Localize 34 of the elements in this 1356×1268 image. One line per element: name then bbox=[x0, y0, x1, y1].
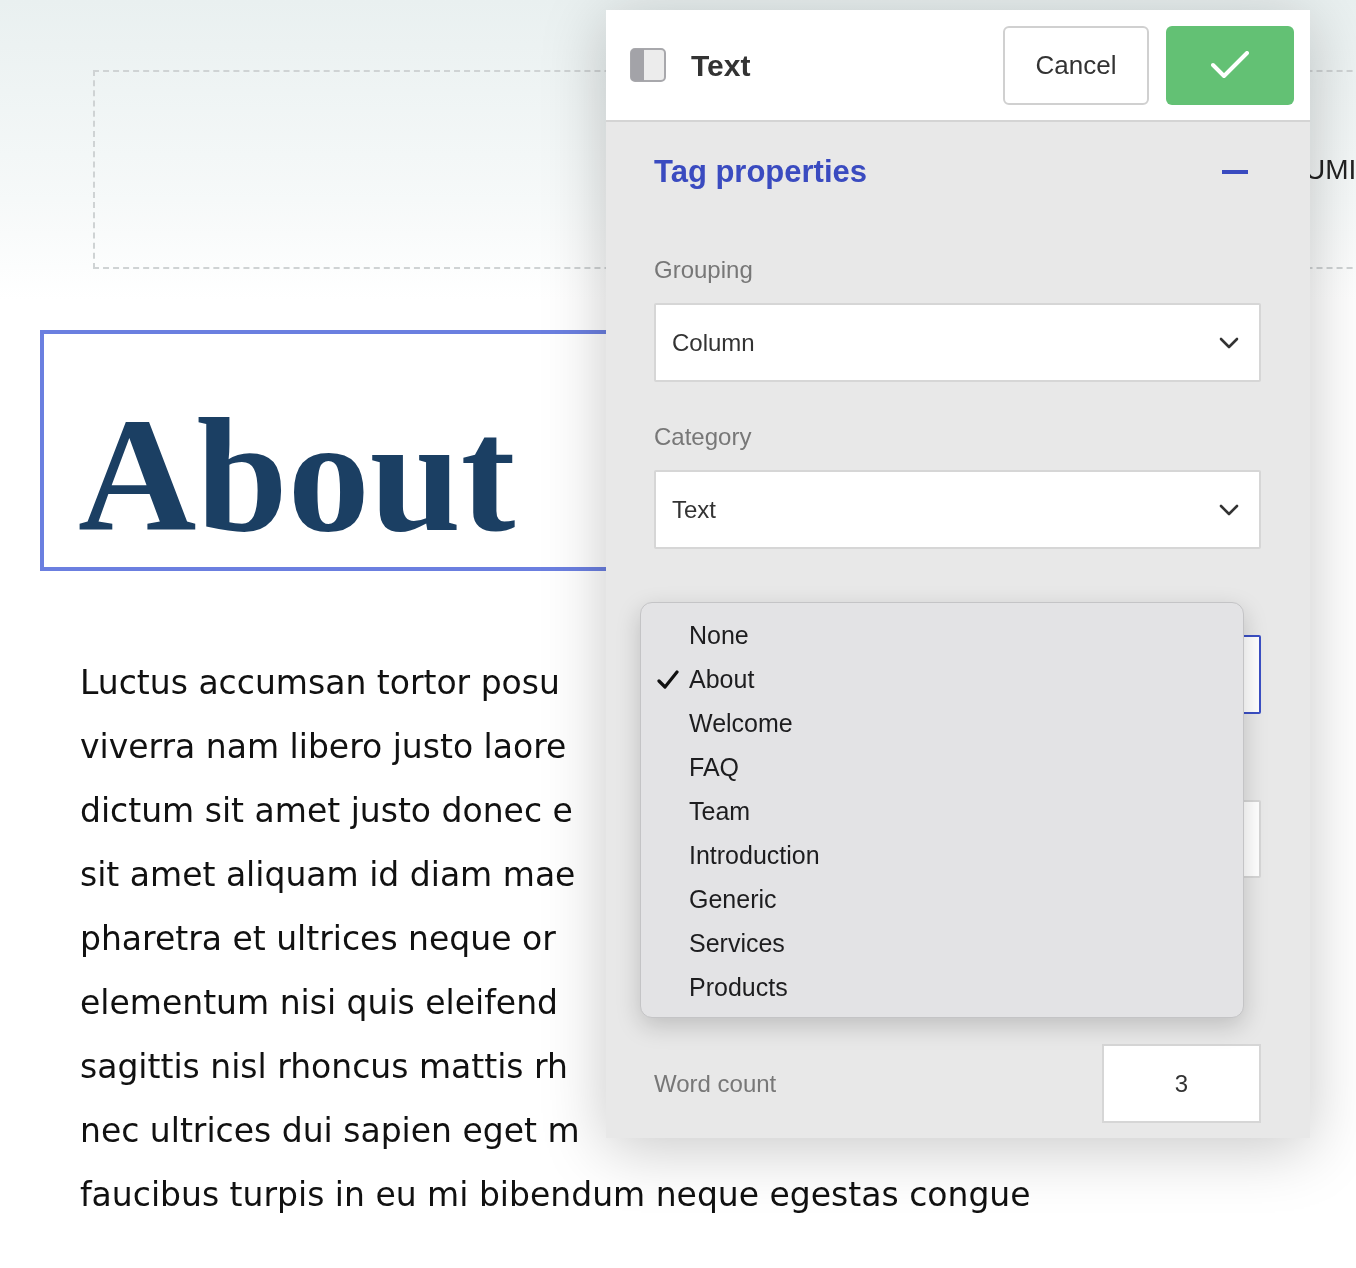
field-label: Word count bbox=[654, 1068, 777, 1099]
confirm-button[interactable] bbox=[1166, 25, 1294, 105]
checkmark-icon bbox=[1211, 51, 1249, 79]
dropdown-option[interactable]: Products bbox=[641, 966, 1243, 1010]
dropdown-option[interactable]: About bbox=[641, 658, 1243, 702]
cancel-button[interactable]: Cancel bbox=[1003, 25, 1149, 105]
chevron-down-icon bbox=[1219, 336, 1239, 349]
select-field[interactable]: Text bbox=[654, 470, 1261, 549]
paragraph-line: elementum nisi quis eleifend bbox=[80, 982, 558, 1025]
word-count-field[interactable]: 3 bbox=[1102, 1044, 1261, 1123]
paragraph-line: dictum sit amet justo donec e bbox=[80, 790, 573, 833]
field-label: Category bbox=[654, 422, 752, 452]
panel-toggle-icon[interactable] bbox=[630, 48, 666, 82]
chevron-down-icon bbox=[1219, 503, 1239, 516]
dropdown-option[interactable]: Services bbox=[641, 922, 1243, 966]
dropdown-option[interactable]: Introduction bbox=[641, 834, 1243, 878]
paragraph-line: sagittis nisl rhoncus mattis rh bbox=[80, 1046, 568, 1089]
field-label: Grouping bbox=[654, 255, 753, 285]
paragraph-line: sit amet aliquam id diam mae bbox=[80, 854, 576, 897]
dropdown-option[interactable]: Generic bbox=[641, 878, 1243, 922]
checkmark-icon bbox=[657, 670, 679, 690]
paragraph-line: nec ultrices dui sapien eget m bbox=[80, 1110, 580, 1153]
paragraph-line: pharetra et ultrices neque or bbox=[80, 918, 556, 961]
paragraph-line: Luctus accumsan tortor posu bbox=[80, 662, 560, 705]
dropdown-option[interactable]: Welcome bbox=[641, 702, 1243, 746]
dropdown-option[interactable]: Team bbox=[641, 790, 1243, 834]
paragraph-line: faucibus turpis in eu mi bibendum neque egestas congue bbox=[80, 1174, 1031, 1217]
page-heading: About bbox=[78, 395, 516, 555]
dropdown-option[interactable]: None bbox=[641, 614, 1243, 658]
panel-title: Text bbox=[691, 47, 751, 84]
section-title[interactable]: Tag properties bbox=[654, 148, 868, 196]
dropdown-option[interactable]: FAQ bbox=[641, 746, 1243, 790]
paragraph-line: viverra nam libero justo laore bbox=[80, 726, 567, 769]
select-field[interactable]: Column bbox=[654, 303, 1261, 382]
